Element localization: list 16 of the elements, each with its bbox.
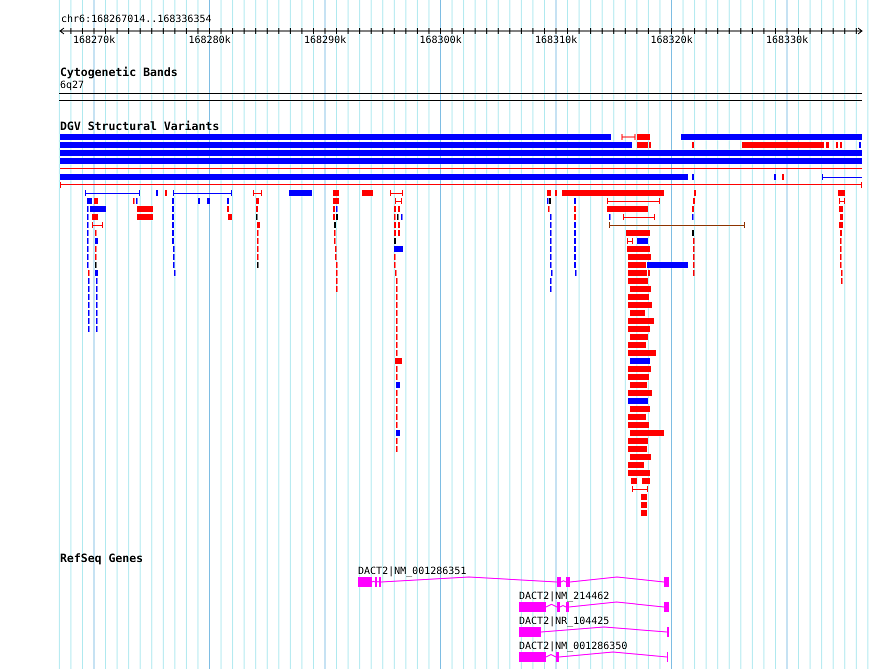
ruler-tick-label: 168280k [188, 35, 230, 47]
transcript-label: DACT2|NM_214462 [519, 591, 610, 603]
transcript-label: DACT2|NR_104425 [519, 616, 610, 628]
transcript-label: DACT2|NM_001286351 [358, 566, 466, 578]
ruler-tick-label: 168310k [535, 35, 577, 47]
track-title: Cytogenetic Bands [60, 66, 178, 79]
transcript-label: DACT2|NM_001286350 [519, 641, 628, 653]
ruler-tick-label: 168320k [650, 35, 692, 47]
ruler-tick-label: 168300k [420, 35, 462, 47]
band-label: 6q27 [60, 80, 84, 92]
track-title: DGV Structural Variants [60, 120, 220, 133]
track-title: RefSeq Genes [60, 552, 144, 565]
ruler-tick-label: 168270k [73, 35, 115, 47]
ruler-tick-label: 168330k [766, 35, 808, 47]
location-label: chr6:168267014..168336354 [61, 14, 212, 26]
ruler-tick-label: 168290k [304, 35, 346, 47]
